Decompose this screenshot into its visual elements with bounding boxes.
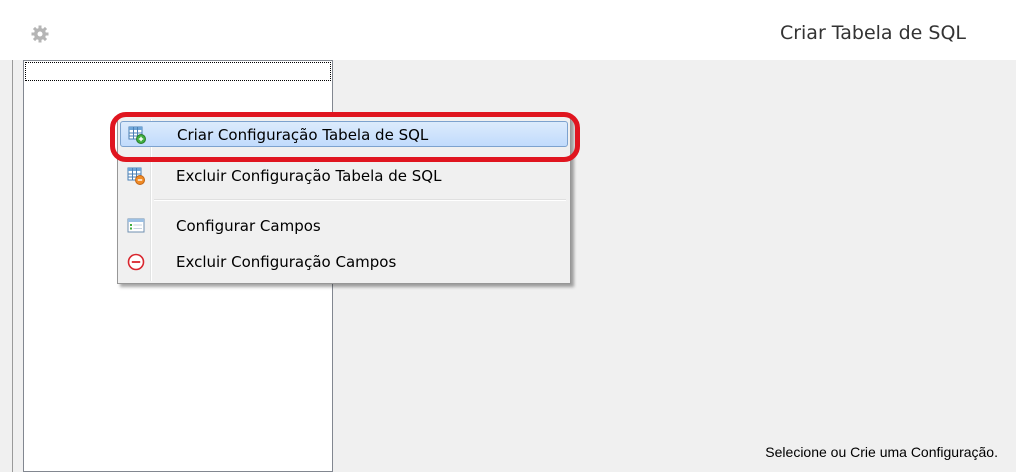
menu-item-label: Excluir Configuração Campos	[176, 253, 397, 271]
menu-item-delete-sql-table-config[interactable]: Excluir Configuração Tabela de SQL	[120, 163, 568, 189]
tree-focus-row[interactable]	[25, 62, 331, 81]
title-bar: Criar Tabela de SQL	[0, 0, 1016, 60]
window-left-border	[12, 60, 13, 472]
menu-item-label: Excluir Configuração Tabela de SQL	[176, 167, 442, 185]
minus-circle-icon	[127, 253, 145, 271]
annotation-highlight-ring	[110, 112, 580, 162]
window-title: Criar Tabela de SQL	[779, 22, 966, 44]
menu-item-delete-fields-config[interactable]: Excluir Configuração Campos	[120, 249, 568, 275]
table-remove-icon	[127, 167, 145, 185]
menu-separator	[154, 199, 566, 201]
status-message: Selecione ou Crie uma Configuração.	[765, 444, 998, 460]
gear-icon[interactable]	[31, 25, 49, 43]
menu-item-label: Configurar Campos	[176, 217, 321, 235]
menu-item-configure-fields[interactable]: Configurar Campos	[120, 213, 568, 239]
fields-icon	[127, 218, 145, 233]
